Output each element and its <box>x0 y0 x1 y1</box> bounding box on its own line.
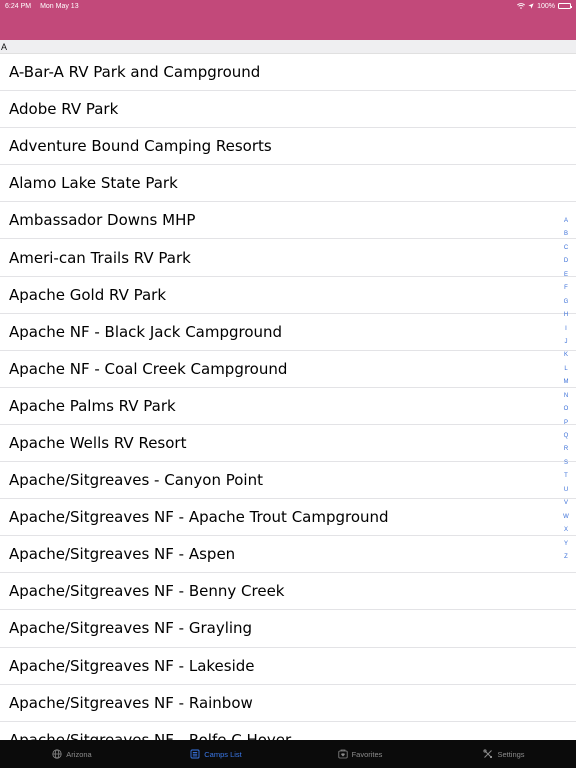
status-bar: 6:24 PM Mon May 13 100% <box>0 0 576 12</box>
section-header: A <box>0 40 576 54</box>
tab-favorites[interactable]: Favorites <box>288 749 432 759</box>
index-letter[interactable]: V <box>564 497 568 510</box>
index-letter[interactable]: O <box>564 403 569 416</box>
index-letter[interactable]: W <box>563 511 569 524</box>
list-item[interactable]: Apache/Sitgreaves - Canyon Point <box>0 462 576 500</box>
tab-arizona[interactable]: Arizona <box>0 749 144 759</box>
index-letter[interactable]: P <box>564 417 568 430</box>
camps-list[interactable]: A-Bar-A RV Park and Campground Adobe RV P… <box>0 54 576 740</box>
list-item[interactable]: Apache NF - Coal Creek Campground <box>0 351 576 388</box>
list-item[interactable]: Apache/Sitgreaves NF - Aspen <box>0 536 576 574</box>
index-letter[interactable]: R <box>564 443 568 456</box>
index-letter[interactable]: M <box>564 376 569 389</box>
list-item[interactable]: Apache/Sitgreaves NF - Rolfe C Hoyer <box>0 722 576 740</box>
list-item[interactable]: Apache Wells RV Resort <box>0 425 576 463</box>
status-time: 6:24 PM <box>5 2 32 10</box>
list-item[interactable]: Apache/Sitgreaves NF - Benny Creek <box>0 573 576 611</box>
index-letter[interactable]: S <box>564 457 568 470</box>
index-letter[interactable]: Y <box>564 538 568 551</box>
alphabet-index[interactable]: ABCDEFGHIJKLMNOPQRSTUVWXYZ <box>561 215 571 564</box>
list-item[interactable]: Apache/Sitgreaves NF - Lakeside <box>0 648 576 685</box>
list-item[interactable]: Apache Gold RV Park <box>0 277 576 314</box>
index-letter[interactable]: A <box>564 215 568 228</box>
list-item[interactable]: Apache/Sitgreaves NF - Apache Trout Camp… <box>0 499 576 537</box>
index-letter[interactable]: G <box>564 296 569 309</box>
index-letter[interactable]: U <box>564 484 568 497</box>
index-letter[interactable]: Z <box>564 551 568 564</box>
tab-settings[interactable]: Settings <box>432 749 576 759</box>
globe-icon <box>52 749 62 759</box>
tab-bar: Arizona Camps List Favorites Settings <box>0 740 576 768</box>
list-item[interactable]: Apache/Sitgreaves NF - Grayling <box>0 610 576 648</box>
tab-label: Settings <box>497 749 525 759</box>
battery-percent: 100% <box>537 2 555 10</box>
index-letter[interactable]: F <box>564 282 568 295</box>
nav-header: 6:24 PM Mon May 13 100% <box>0 0 576 40</box>
index-letter[interactable]: Q <box>564 430 569 443</box>
tab-label: Favorites <box>351 749 383 759</box>
list-item[interactable]: Apache NF - Black Jack Campground <box>0 314 576 351</box>
index-letter[interactable]: H <box>564 309 568 322</box>
index-letter[interactable]: E <box>564 269 568 282</box>
tab-camps-list[interactable]: Camps List <box>144 749 288 759</box>
index-letter[interactable]: I <box>565 323 567 336</box>
index-letter[interactable]: L <box>564 363 567 376</box>
location-icon <box>528 3 534 9</box>
list-item[interactable]: Apache Palms RV Park <box>0 388 576 425</box>
index-letter[interactable]: X <box>564 524 568 537</box>
list-item[interactable]: Adobe RV Park <box>0 91 576 129</box>
list-icon <box>190 749 200 759</box>
index-letter[interactable]: J <box>565 336 568 349</box>
tab-label: Arizona <box>66 749 92 759</box>
list-item[interactable]: Ameri-can Trails RV Park <box>0 239 576 277</box>
list-item[interactable]: Apache/Sitgreaves NF - Rainbow <box>0 685 576 722</box>
index-letter[interactable]: K <box>564 349 568 362</box>
list-item[interactable]: Adventure Bound Camping Resorts <box>0 128 576 166</box>
battery-icon <box>558 3 572 9</box>
tab-label: Camps List <box>204 749 242 759</box>
index-letter[interactable]: B <box>564 228 568 241</box>
index-letter[interactable]: N <box>564 390 568 403</box>
status-date: Mon May 13 <box>40 2 79 10</box>
index-letter[interactable]: D <box>564 255 568 268</box>
tools-icon <box>483 749 493 759</box>
list-item[interactable]: A-Bar-A RV Park and Campground <box>0 54 576 92</box>
wifi-icon <box>517 3 526 9</box>
index-letter[interactable]: C <box>564 242 568 255</box>
favorites-icon <box>337 749 348 759</box>
index-letter[interactable]: T <box>564 470 568 483</box>
list-item[interactable]: Alamo Lake State Park <box>0 165 576 203</box>
list-item[interactable]: Ambassador Downs MHP <box>0 202 576 240</box>
